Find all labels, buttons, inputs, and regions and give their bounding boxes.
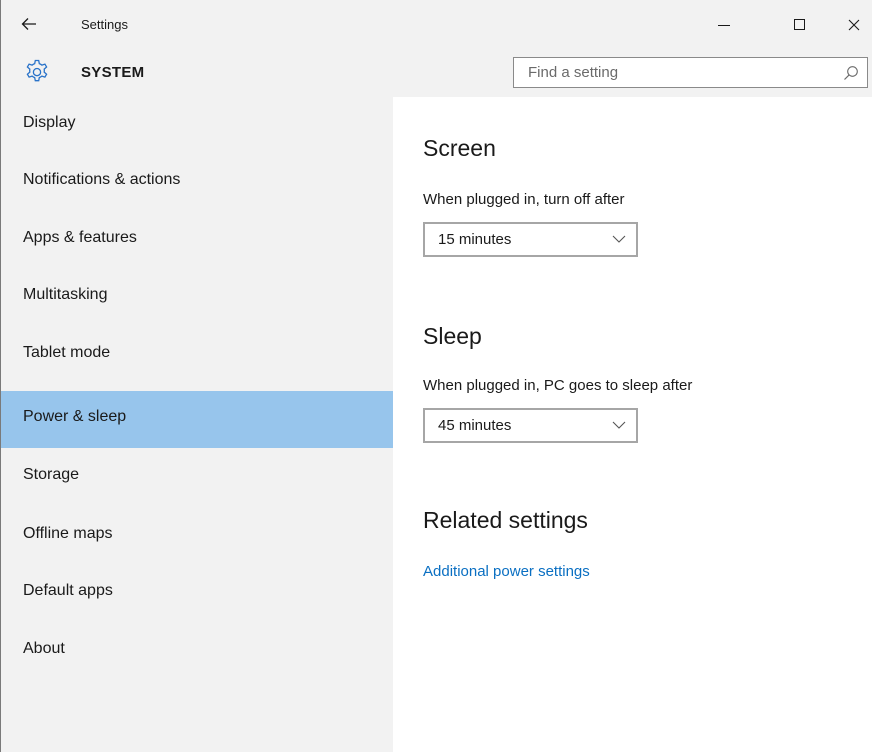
close-icon [848,19,860,31]
main-content: Screen When plugged in, turn off after 1… [393,97,872,752]
screen-heading: Screen [423,135,496,161]
chevron-down-icon [612,421,626,429]
maximize-icon [794,19,805,30]
sidebar-item-display[interactable]: Display [1,97,393,154]
sidebar-item-label: Tablet mode [23,344,111,361]
screen-timeout-label: When plugged in, turn off after [423,191,625,208]
chevron-down-icon [612,235,626,243]
title-bar: Settings [1,0,872,50]
search-icon[interactable] [843,65,859,81]
screen-timeout-value: 15 minutes [438,231,512,248]
sidebar-item-notifications[interactable]: Notifications & actions [1,154,393,211]
sidebar-item-apps-features[interactable]: Apps & features [1,212,393,269]
sidebar-item-label: Storage [23,466,80,483]
search-input[interactable] [514,58,834,87]
maximize-button[interactable] [783,10,817,40]
sidebar-item-label: Power & sleep [23,408,127,425]
sidebar-item-label: Apps & features [23,229,137,246]
sidebar-item-label: About [23,640,65,657]
sidebar-item-tablet-mode[interactable]: Tablet mode [1,327,393,384]
gear-icon [26,59,48,82]
sidebar-item-label: Multitasking [23,286,108,303]
search-box[interactable] [513,57,868,88]
back-button[interactable] [15,10,43,38]
sleep-timeout-value: 45 minutes [438,417,512,434]
minimize-button[interactable] [707,10,741,40]
sidebar-item-label: Default apps [23,582,113,599]
sidebar-item-default-apps[interactable]: Default apps [1,565,393,622]
related-settings-heading: Related settings [423,507,588,533]
sidebar-item-label: Display [23,114,76,131]
window-title: Settings [81,17,128,32]
section-title: SYSTEM [81,64,145,81]
page-header: SYSTEM [1,50,872,97]
sleep-heading: Sleep [423,323,482,349]
back-arrow-icon [21,18,36,30]
sleep-timeout-dropdown[interactable]: 45 minutes [423,408,638,443]
sidebar-item-label: Notifications & actions [23,171,181,188]
sidebar-item-offline-maps[interactable]: Offline maps [1,508,393,565]
additional-power-settings-link[interactable]: Additional power settings [423,563,590,580]
sidebar-item-label: Offline maps [23,525,113,542]
sidebar-item-power-sleep[interactable]: Power & sleep [1,391,393,448]
sidebar-item-about[interactable]: About [1,623,393,680]
minimize-icon [718,25,730,26]
sleep-timeout-label: When plugged in, PC goes to sleep after [423,377,693,394]
sidebar-item-multitasking[interactable]: Multitasking [1,269,393,326]
sidebar: Display Notifications & actions Apps & f… [1,97,393,752]
screen-timeout-dropdown[interactable]: 15 minutes [423,222,638,257]
close-button[interactable] [837,10,871,40]
sidebar-item-storage[interactable]: Storage [1,449,393,506]
settings-window: Settings SYSTEM Find a setting Display N… [0,0,872,752]
